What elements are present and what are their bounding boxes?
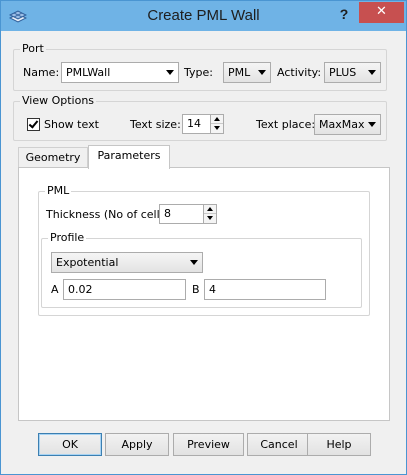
context-help-button[interactable]: ? [334,4,354,24]
a-label: A [51,283,59,296]
name-combobox[interactable]: PMLWall [61,62,179,83]
text-place-label: Text place: [256,118,316,131]
tab-parameters[interactable]: Parameters [88,145,170,169]
thickness-label: Thickness (No of cells) [46,208,170,221]
cancel-button[interactable]: Cancel [247,433,311,456]
view-options-group-label: View Options [20,94,97,107]
pml-group: PML Thickness (No of cells) 8 Profile Ex… [38,184,370,316]
name-value: PMLWall [66,66,111,79]
parameters-tab-panel: PML Thickness (No of cells) 8 Profile Ex… [18,167,390,421]
activity-label: Activity: [277,66,322,79]
thickness-spin-buttons [203,205,216,223]
b-value: 4 [209,283,216,296]
a-value: 0.02 [68,283,93,296]
a-input[interactable]: 0.02 [63,279,186,300]
thickness-spinbox[interactable]: 8 [159,204,217,224]
text-place-value: MaxMax [319,118,365,131]
port-group: Port Name: PMLWall Type: PML Activity: P… [13,42,387,91]
chevron-down-icon [258,70,266,75]
chevron-down-icon [166,70,174,75]
activity-select[interactable]: PLUS [324,62,381,83]
chevron-down-icon [368,70,376,75]
spin-down-arrow-icon[interactable] [211,124,223,133]
ok-button[interactable]: OK [38,433,102,456]
close-icon: ✕ [376,4,387,19]
dialog-client-area: Port Name: PMLWall Type: PML Activity: P… [8,31,399,469]
spin-down-arrow-icon[interactable] [204,214,216,223]
type-value: PML [228,66,251,79]
profile-type-select[interactable]: Expotential [51,252,203,273]
pml-group-label: PML [45,184,72,197]
help-button[interactable]: Help [307,433,371,456]
activity-value: PLUS [329,66,357,79]
b-input[interactable]: 4 [204,279,326,300]
text-size-value: 14 [187,117,201,130]
apply-button[interactable]: Apply [105,433,169,456]
dialog-window: Create PML Wall ? ✕ Port Name: PMLWall T… [0,0,407,475]
text-size-spinbox[interactable]: 14 [182,114,224,134]
spin-up-arrow-icon[interactable] [211,115,223,124]
close-button[interactable]: ✕ [359,2,404,23]
profile-type-value: Expotential [56,256,119,269]
spin-up-arrow-icon[interactable] [204,205,216,214]
profile-group-label: Profile [48,231,87,244]
text-size-spin-buttons [210,115,223,133]
preview-button[interactable]: Preview [173,433,244,456]
view-options-group: View Options Show text Text size: 14 Tex… [13,94,387,141]
thickness-value: 8 [164,207,171,220]
type-select[interactable]: PML [223,62,271,83]
tab-geometry[interactable]: Geometry [18,147,88,169]
text-size-label: Text size: [130,118,181,131]
check-icon [28,118,39,129]
port-group-label: Port [20,42,46,55]
type-label: Type: [184,66,213,79]
name-label: Name: [23,66,60,79]
chevron-down-icon [190,260,198,265]
chevron-down-icon [368,122,376,127]
title-bar[interactable]: Create PML Wall ? ✕ [1,1,406,31]
show-text-label[interactable]: Show text [44,118,99,131]
profile-group: Profile Expotential A 0.02 B 4 [41,231,362,308]
text-place-select[interactable]: MaxMax [314,114,381,135]
b-label: B [192,283,200,296]
show-text-checkbox[interactable] [27,118,40,131]
